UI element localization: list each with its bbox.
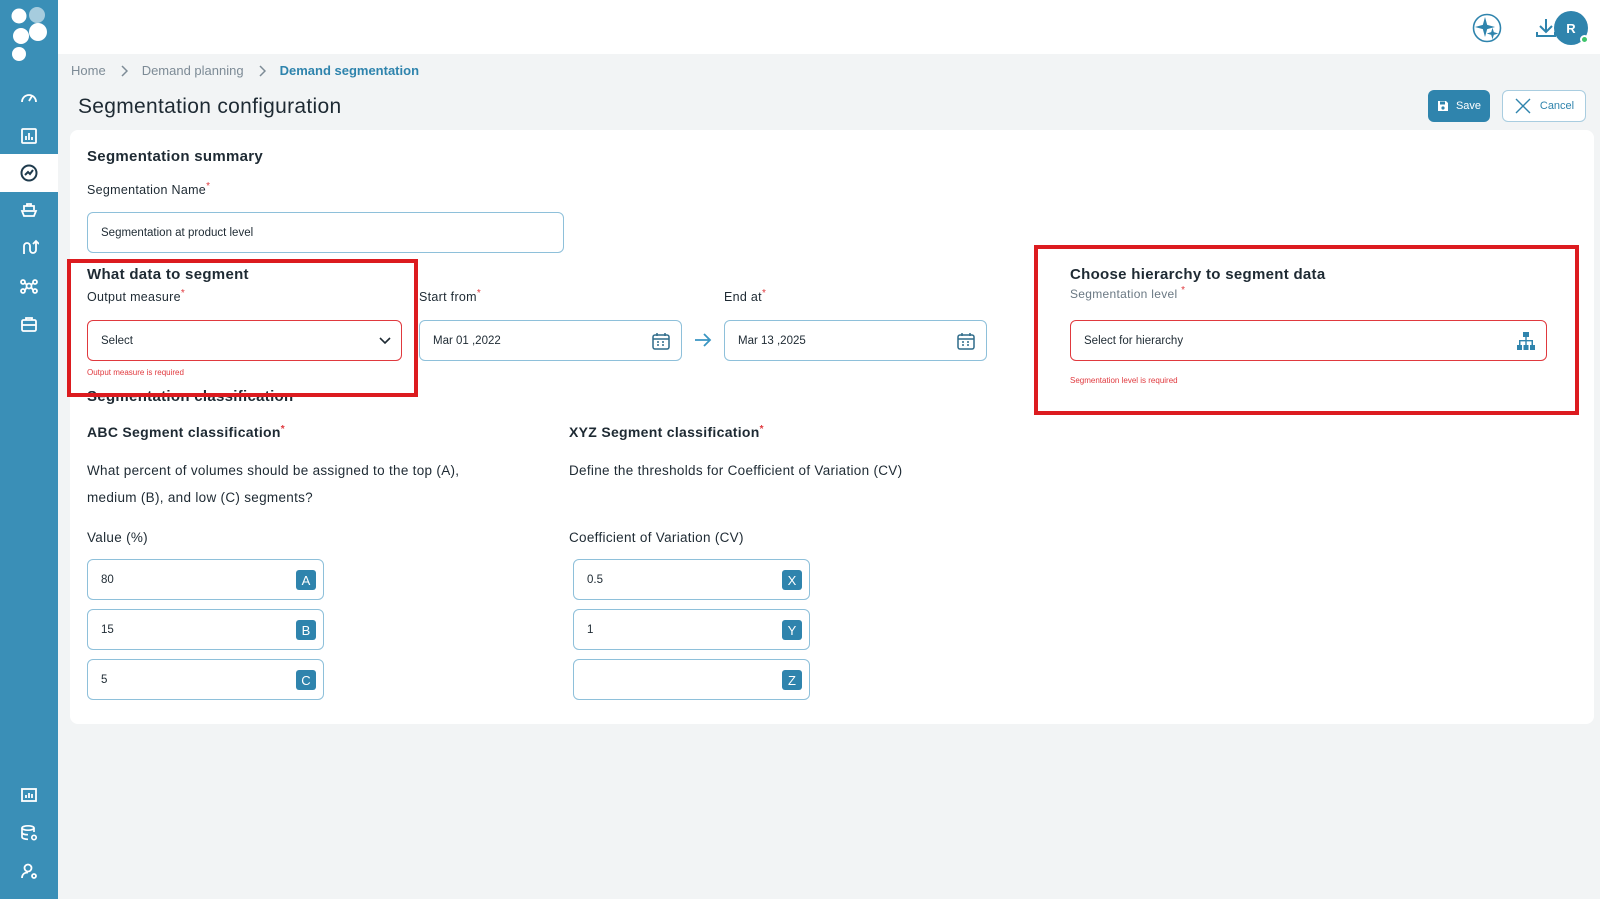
chart-board-icon <box>21 788 37 802</box>
xyz-heading: XYZ Segment classification* <box>569 424 764 440</box>
output-measure-label: Output measure* <box>87 288 186 304</box>
briefcase-icon <box>21 317 37 332</box>
breadcrumb: Home Demand planning Demand segmentation <box>71 63 419 78</box>
nav-supply[interactable] <box>0 192 58 230</box>
abc-heading: ABC Segment classification* <box>87 424 285 440</box>
avatar-initial: R <box>1566 20 1576 36</box>
save-label: Save <box>1455 100 1482 112</box>
abc-question: What percent of volumes should be assign… <box>87 463 460 505</box>
cancel-button[interactable]: Cancel <box>1502 90 1586 122</box>
abc-value-a: 80 <box>101 573 114 586</box>
xyz-value-label: Coefficient of Variation (CV) <box>569 530 744 545</box>
nav-routes[interactable] <box>0 229 58 267</box>
output-measure-select[interactable]: Select <box>87 320 402 361</box>
abc-value-b: 15 <box>101 623 114 636</box>
abc-value-c: 5 <box>101 673 108 686</box>
nav-network[interactable] <box>0 267 58 305</box>
breadcrumb-current: Demand segmentation <box>279 63 420 78</box>
segmentation-level-label: Segmentation level * <box>1070 285 1186 301</box>
breadcrumb-demand-planning[interactable]: Demand planning <box>142 63 244 78</box>
xyz-input-y[interactable]: 1 Y <box>573 609 810 650</box>
classification-heading: Segmentation classification <box>87 388 294 405</box>
nav-inventory[interactable] <box>0 305 58 343</box>
sparkle-icon <box>1472 13 1502 43</box>
cancel-label: Cancel <box>1539 100 1575 112</box>
xyz-value-x: 0.5 <box>587 573 603 586</box>
nav-dashboard[interactable] <box>0 79 58 117</box>
calendar-icon[interactable] <box>651 331 671 351</box>
network-icon <box>20 279 38 294</box>
segmentation-name-value: Segmentation at product level <box>101 226 254 239</box>
nav-reports[interactable] <box>0 117 58 155</box>
abc-input-b[interactable]: 15 B <box>87 609 324 650</box>
sidebar <box>0 0 58 899</box>
save-button[interactable]: Save <box>1428 90 1490 122</box>
badge-y: Y <box>782 620 802 640</box>
output-measure-value: Select <box>101 334 133 347</box>
xyz-value-y: 1 <box>587 623 594 636</box>
chevron-right-icon <box>121 64 128 77</box>
chevron-down-icon <box>379 336 391 344</box>
user-settings-icon <box>21 863 37 879</box>
save-icon <box>1437 101 1448 111</box>
speedometer-icon <box>21 94 37 103</box>
segmentation-name-input[interactable]: Segmentation at product level <box>87 212 564 253</box>
top-bar <box>58 0 1600 54</box>
abc-input-a[interactable]: 80 A <box>87 559 324 600</box>
nav-data-settings[interactable] <box>0 814 58 852</box>
segmentation-level-error: Segmentation level is required <box>1070 376 1178 385</box>
segmentation-name-label: Segmentation Name* <box>87 181 211 197</box>
abc-value-label: Value (%) <box>87 530 148 545</box>
xyz-question: Define the thresholds for Coefficient of… <box>569 463 903 478</box>
segmentation-level-select[interactable]: Select for hierarchy <box>1070 320 1547 361</box>
start-date-value: Mar 01 ,2022 <box>433 334 501 347</box>
nav-demand-planning[interactable] <box>0 154 58 192</box>
online-status-dot <box>1580 35 1589 44</box>
end-date-input[interactable]: Mar 13 ,2025 <box>724 320 987 361</box>
chevron-right-icon <box>259 64 266 77</box>
badge-a: A <box>296 570 316 590</box>
start-from-label: Start from* <box>419 288 482 304</box>
summary-heading: Segmentation summary <box>87 148 264 165</box>
nav-analytics[interactable] <box>0 776 58 814</box>
start-date-input[interactable]: Mar 01 ,2022 <box>419 320 682 361</box>
xyz-input-z[interactable]: Z <box>573 659 810 700</box>
ai-assistant-button[interactable] <box>1471 12 1503 44</box>
user-avatar[interactable]: R <box>1554 11 1589 45</box>
badge-x: X <box>782 570 802 590</box>
database-gear-icon <box>21 824 38 841</box>
segmentation-level-placeholder: Select for hierarchy <box>1084 334 1184 347</box>
close-icon <box>1515 98 1531 114</box>
page-title: Segmentation configuration <box>78 95 342 118</box>
badge-b: B <box>296 620 316 640</box>
output-measure-error: Output measure is required <box>87 368 184 377</box>
xyz-input-x[interactable]: 0.5 X <box>573 559 810 600</box>
breadcrumb-home[interactable]: Home <box>71 63 106 78</box>
nav-user-settings[interactable] <box>0 852 58 890</box>
what-data-heading: What data to segment <box>87 266 249 283</box>
abc-input-c[interactable]: 5 C <box>87 659 324 700</box>
arrow-right-icon <box>695 333 712 347</box>
route-icon <box>23 239 39 254</box>
bar-chart-icon <box>21 128 37 144</box>
calendar-icon[interactable] <box>956 331 976 351</box>
end-at-label: End at* <box>724 288 767 304</box>
trend-circle-icon <box>20 164 38 182</box>
hierarchy-icon[interactable] <box>1516 331 1536 351</box>
badge-z: Z <box>782 670 802 690</box>
badge-c: C <box>296 670 316 690</box>
ship-icon <box>20 203 38 217</box>
hierarchy-heading: Choose hierarchy to segment data <box>1070 266 1326 283</box>
app-logo[interactable] <box>9 6 49 62</box>
end-date-value: Mar 13 ,2025 <box>738 334 806 347</box>
